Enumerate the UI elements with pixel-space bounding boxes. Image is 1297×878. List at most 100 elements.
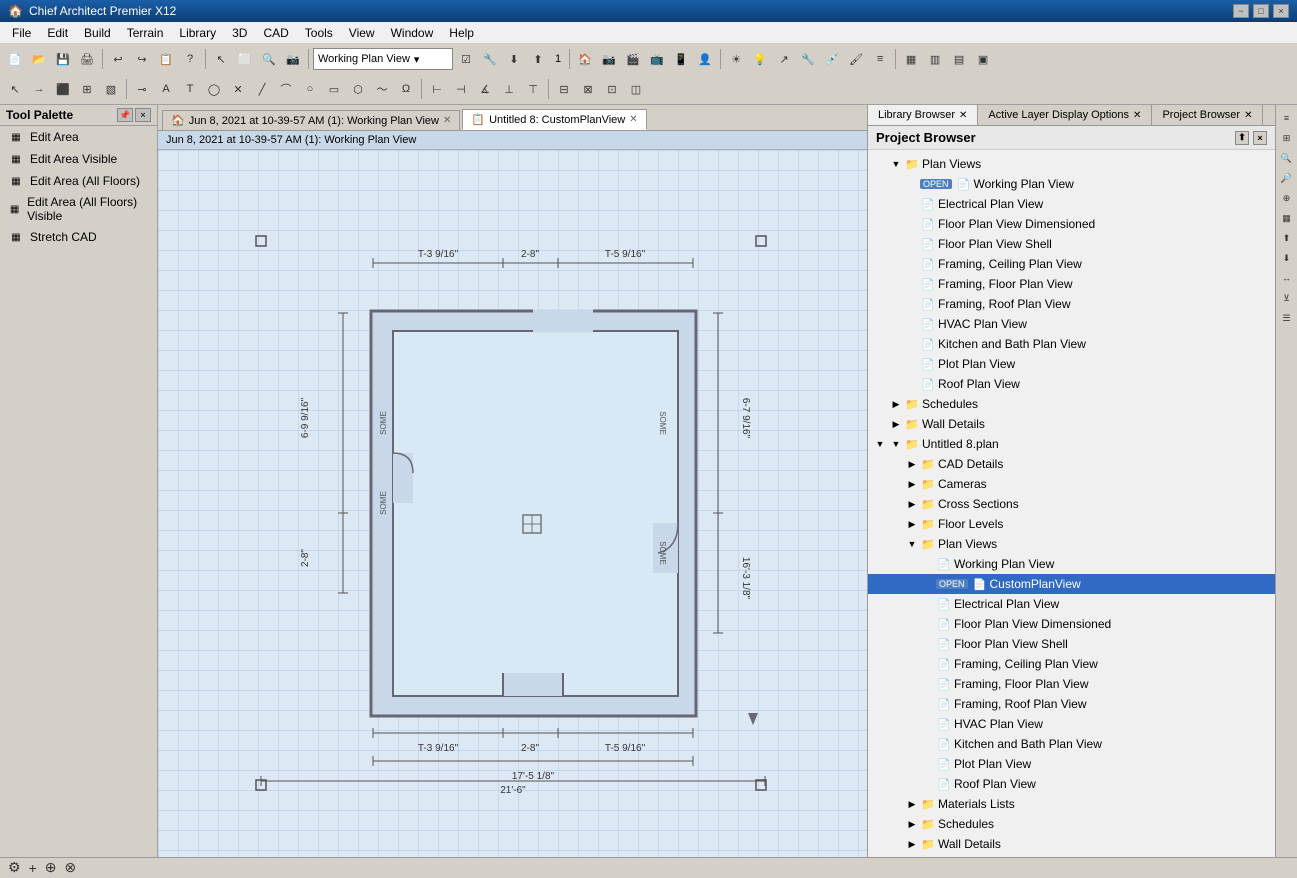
tb-help[interactable]: ? [179,48,201,70]
tb-tv[interactable]: 📺 [646,48,668,70]
framing-roof-untitled[interactable]: 📄 Framing, Roof Plan View [868,694,1275,714]
cross-sections[interactable]: ▶ 📁 Cross Sections [868,494,1275,514]
rst-btn9[interactable]: ↔ [1278,269,1296,287]
kitchen-bath-top[interactable]: 📄 Kitchen and Bath Plan View [868,334,1275,354]
electrical-plan-top[interactable]: 📄 Electrical Plan View [868,194,1275,214]
menu-help[interactable]: Help [441,24,482,42]
palette-edit-area[interactable]: ▦ Edit Area [0,126,157,148]
tb-paste[interactable]: 📋 [155,48,177,70]
panel-tab-project[interactable]: Project Browser ✕ [1152,105,1263,125]
tb2-ref4[interactable]: ◫ [625,78,647,100]
close-button[interactable]: × [1273,4,1289,18]
untitled-plan[interactable]: ▼ ▼ 📁 Untitled 8.plan [868,434,1275,454]
framing-floor-top[interactable]: 📄 Framing, Floor Plan View [868,274,1275,294]
tb2-ref3[interactable]: ⊡ [601,78,623,100]
palette-pin[interactable]: 📌 [117,108,133,122]
kitchen-bath-untitled[interactable]: 📄 Kitchen and Bath Plan View [868,734,1275,754]
panel-collapse[interactable]: × [1253,131,1267,145]
menu-library[interactable]: Library [171,24,224,42]
tb-new[interactable]: 📄 [4,48,26,70]
panel-content[interactable]: ▼ 📁 Plan Views OPEN 📄 Working Plan View … [868,150,1275,857]
tb-bulb[interactable]: 💡 [749,48,771,70]
rst-btn7[interactable]: ⬆ [1278,229,1296,247]
tb-floor3[interactable]: ▤ [948,48,970,70]
tb2-line[interactable]: ╱ [251,78,273,100]
doc-tab-1-close[interactable]: ✕ [443,115,451,126]
tb2-stack[interactable]: ⬛ [52,78,74,100]
status-zoom-icon[interactable]: ⊕ [45,859,57,876]
tb-wrench[interactable]: 🔧 [797,48,819,70]
status-add-icon[interactable]: + [29,860,37,876]
tb-print[interactable]: 🖨 [76,48,98,70]
library-tab-close[interactable]: ✕ [959,110,967,121]
working-plan-untitled[interactable]: 📄 Working Plan View [868,554,1275,574]
menu-cad[interactable]: CAD [255,24,296,42]
tb2-elevation[interactable]: ⊥ [498,78,520,100]
tb-eyedrop[interactable]: 💉 [821,48,843,70]
schedules-untitled[interactable]: ▶ 📁 Schedules [868,814,1275,834]
tb2-floor5[interactable]: ▧ [100,78,122,100]
palette-edit-all-floors-visible[interactable]: ▦ Edit Area (All Floors) Visible [0,192,157,226]
plot-plan-top[interactable]: 📄 Plot Plan View [868,354,1275,374]
electrical-untitled[interactable]: 📄 Electrical Plan View [868,594,1275,614]
schedules-top[interactable]: ▶ 📁 Schedules [868,394,1275,414]
palette-edit-all-floors[interactable]: ▦ Edit Area (All Floors) [0,170,157,192]
tb2-poly[interactable]: ⬡ [347,78,369,100]
fpvs-top[interactable]: 📄 Floor Plan View Shell [868,234,1275,254]
tb-view-check[interactable]: ☑ [455,48,477,70]
tb-sun[interactable]: ☀ [725,48,747,70]
rst-btn10[interactable]: ⊻ [1278,289,1296,307]
plan-views-untitled[interactable]: ▼ 📁 Plan Views [868,534,1275,554]
status-gear-icon[interactable]: ⚙ [8,859,21,876]
doc-tab-2-close[interactable]: ✕ [629,114,637,125]
palette-edit-area-visible[interactable]: ▦ Edit Area Visible [0,148,157,170]
roof-plan-top[interactable]: 📄 Roof Plan View [868,374,1275,394]
tb2-x[interactable]: ✕ [227,78,249,100]
tb2-angle[interactable]: ∡ [474,78,496,100]
rst-btn3[interactable]: 🔍 [1278,149,1296,167]
rst-btn11[interactable]: ☰ [1278,309,1296,327]
tb-layers[interactable]: ≡ [869,48,891,70]
tb-select[interactable]: ↖ [210,48,232,70]
tb-phone[interactable]: 📱 [670,48,692,70]
tb-floor4[interactable]: ▣ [972,48,994,70]
tb2-ref1[interactable]: ⊟ [553,78,575,100]
plan-views-top[interactable]: ▼ 📁 Plan Views [868,154,1275,174]
project-tab-close[interactable]: ✕ [1244,110,1252,121]
view-dropdown[interactable]: Working Plan View ▾ [313,48,453,70]
tb-undo[interactable]: ↩ [107,48,129,70]
tb2-grid[interactable]: ⊞ [76,78,98,100]
hvac-top[interactable]: 📄 HVAC Plan View [868,314,1275,334]
tb2-arrow[interactable]: → [28,78,50,100]
roof-plan-untitled[interactable]: 📄 Roof Plan View [868,774,1275,794]
tb2-tape[interactable]: ⊣ [450,78,472,100]
tb-save[interactable]: 💾 [52,48,74,70]
tb2-rect[interactable]: ▭ [323,78,345,100]
framing-ceil-untitled[interactable]: 📄 Framing, Ceiling Plan View [868,654,1275,674]
menu-window[interactable]: Window [383,24,442,42]
menu-terrain[interactable]: Terrain [119,24,172,42]
tb-zoom-box[interactable]: ⬜ [234,48,256,70]
tb-person[interactable]: 👤 [694,48,716,70]
maximize-button[interactable]: □ [1253,4,1269,18]
wall-details-untitled[interactable]: ▶ 📁 Wall Details [868,834,1275,854]
menu-tools[interactable]: Tools [297,24,341,42]
rst-btn4[interactable]: 🔎 [1278,169,1296,187]
rst-btn6[interactable]: ▦ [1278,209,1296,227]
tb-redo[interactable]: ↪ [131,48,153,70]
tb2-arc[interactable]: ⌒ [275,78,297,100]
fpvd-top[interactable]: 📄 Floor Plan View Dimensioned [868,214,1275,234]
doc-tab-2[interactable]: 📋 Untitled 8: CustomPlanView ✕ [462,109,646,130]
plot-plan-untitled[interactable]: 📄 Plot Plan View [868,754,1275,774]
rst-btn2[interactable]: ⊞ [1278,129,1296,147]
tb-camera[interactable]: 📷 [282,48,304,70]
rst-btn8[interactable]: ⬇ [1278,249,1296,267]
tb2-circle[interactable]: ○ [299,78,321,100]
tb-cursor[interactable]: ↗ [773,48,795,70]
materials-lists[interactable]: ▶ 📁 Materials Lists [868,794,1275,814]
palette-close[interactable]: × [135,108,151,122]
rst-btn1[interactable]: ≡ [1278,109,1296,127]
tb-video[interactable]: 🎬 [622,48,644,70]
tb-floor[interactable]: ▦ [900,48,922,70]
tb-open[interactable]: 📂 [28,48,50,70]
